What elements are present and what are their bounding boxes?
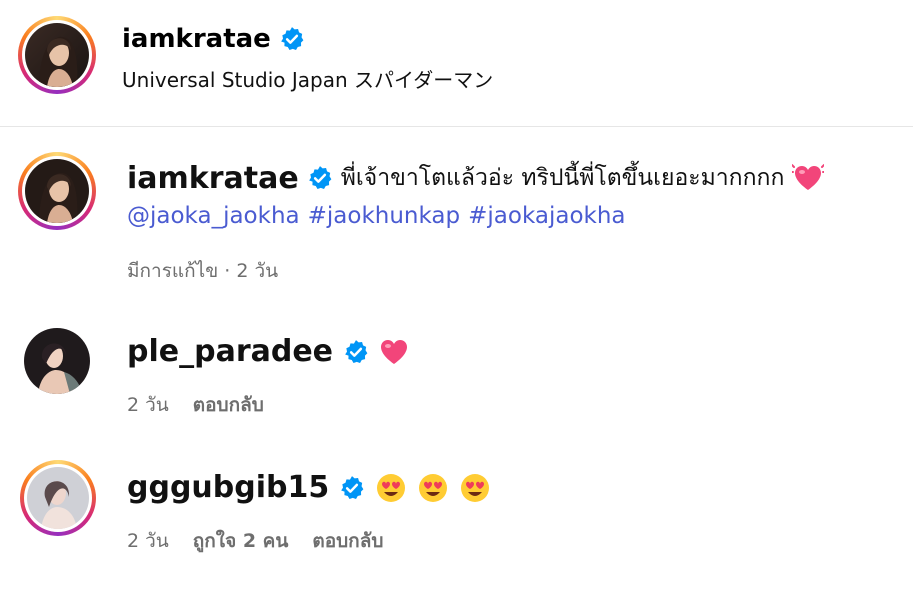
comment-meta: 2 วัน ตอบกลับ [127, 390, 264, 420]
beating-heart-icon [792, 163, 825, 193]
commenter-avatar[interactable] [24, 328, 90, 394]
header-avatar[interactable] [18, 16, 96, 94]
likes-count-link[interactable]: ถูกใจ 2 คน [193, 526, 289, 556]
comment-time: 2 วัน [127, 530, 169, 552]
commenter-username[interactable]: ple_paradee [127, 334, 333, 369]
commenter-avatar[interactable] [20, 460, 96, 536]
caption-tags: @jaoka_jaokha #jaokhunkap #jaokajaokha [127, 203, 626, 229]
verified-badge-icon [307, 165, 333, 191]
mention-link[interactable]: @jaoka_jaokha [127, 203, 300, 229]
divider [0, 126, 913, 127]
reply-button[interactable]: ตอบกลับ [193, 390, 264, 420]
verified-badge-icon [343, 339, 369, 365]
caption-username[interactable]: iamkratae [127, 161, 299, 196]
caption-text: พี่เจ้าขาโตแล้วอ่ะ ทริปนี้พี่โตขึ้นเยอะม… [340, 165, 785, 191]
verified-badge-icon [279, 26, 305, 52]
edited-time-label: มีการแก้ไข · 2 วัน [127, 260, 279, 282]
caption-avatar[interactable] [18, 152, 96, 230]
commenter-username[interactable]: gggubgib15 [127, 470, 329, 505]
heart-eyes-icon [375, 472, 407, 504]
avatar-photo [27, 467, 89, 529]
caption-meta: มีการแก้ไข · 2 วัน [127, 256, 278, 286]
hashtag-link[interactable]: #jaokajaokha [468, 203, 625, 229]
location-label[interactable]: Universal Studio Japan スパイダーマン [122, 64, 493, 93]
header-username[interactable]: iamkratae [122, 24, 271, 54]
comment-meta: 2 วัน ถูกใจ 2 คน ตอบกลับ [127, 526, 383, 556]
avatar-photo [25, 23, 89, 87]
comment-time: 2 วัน [127, 394, 169, 416]
reply-button[interactable]: ตอบกลับ [312, 526, 383, 556]
post-header: iamkratae Universal Studio Japan スパイダーマン [0, 0, 913, 126]
hashtag-link[interactable]: #jaokhunkap [308, 203, 461, 229]
heart-eyes-icon [417, 472, 449, 504]
heart-eyes-icon [459, 472, 491, 504]
heart-icon [379, 338, 409, 366]
verified-badge-icon [339, 475, 365, 501]
avatar-photo [25, 159, 89, 223]
